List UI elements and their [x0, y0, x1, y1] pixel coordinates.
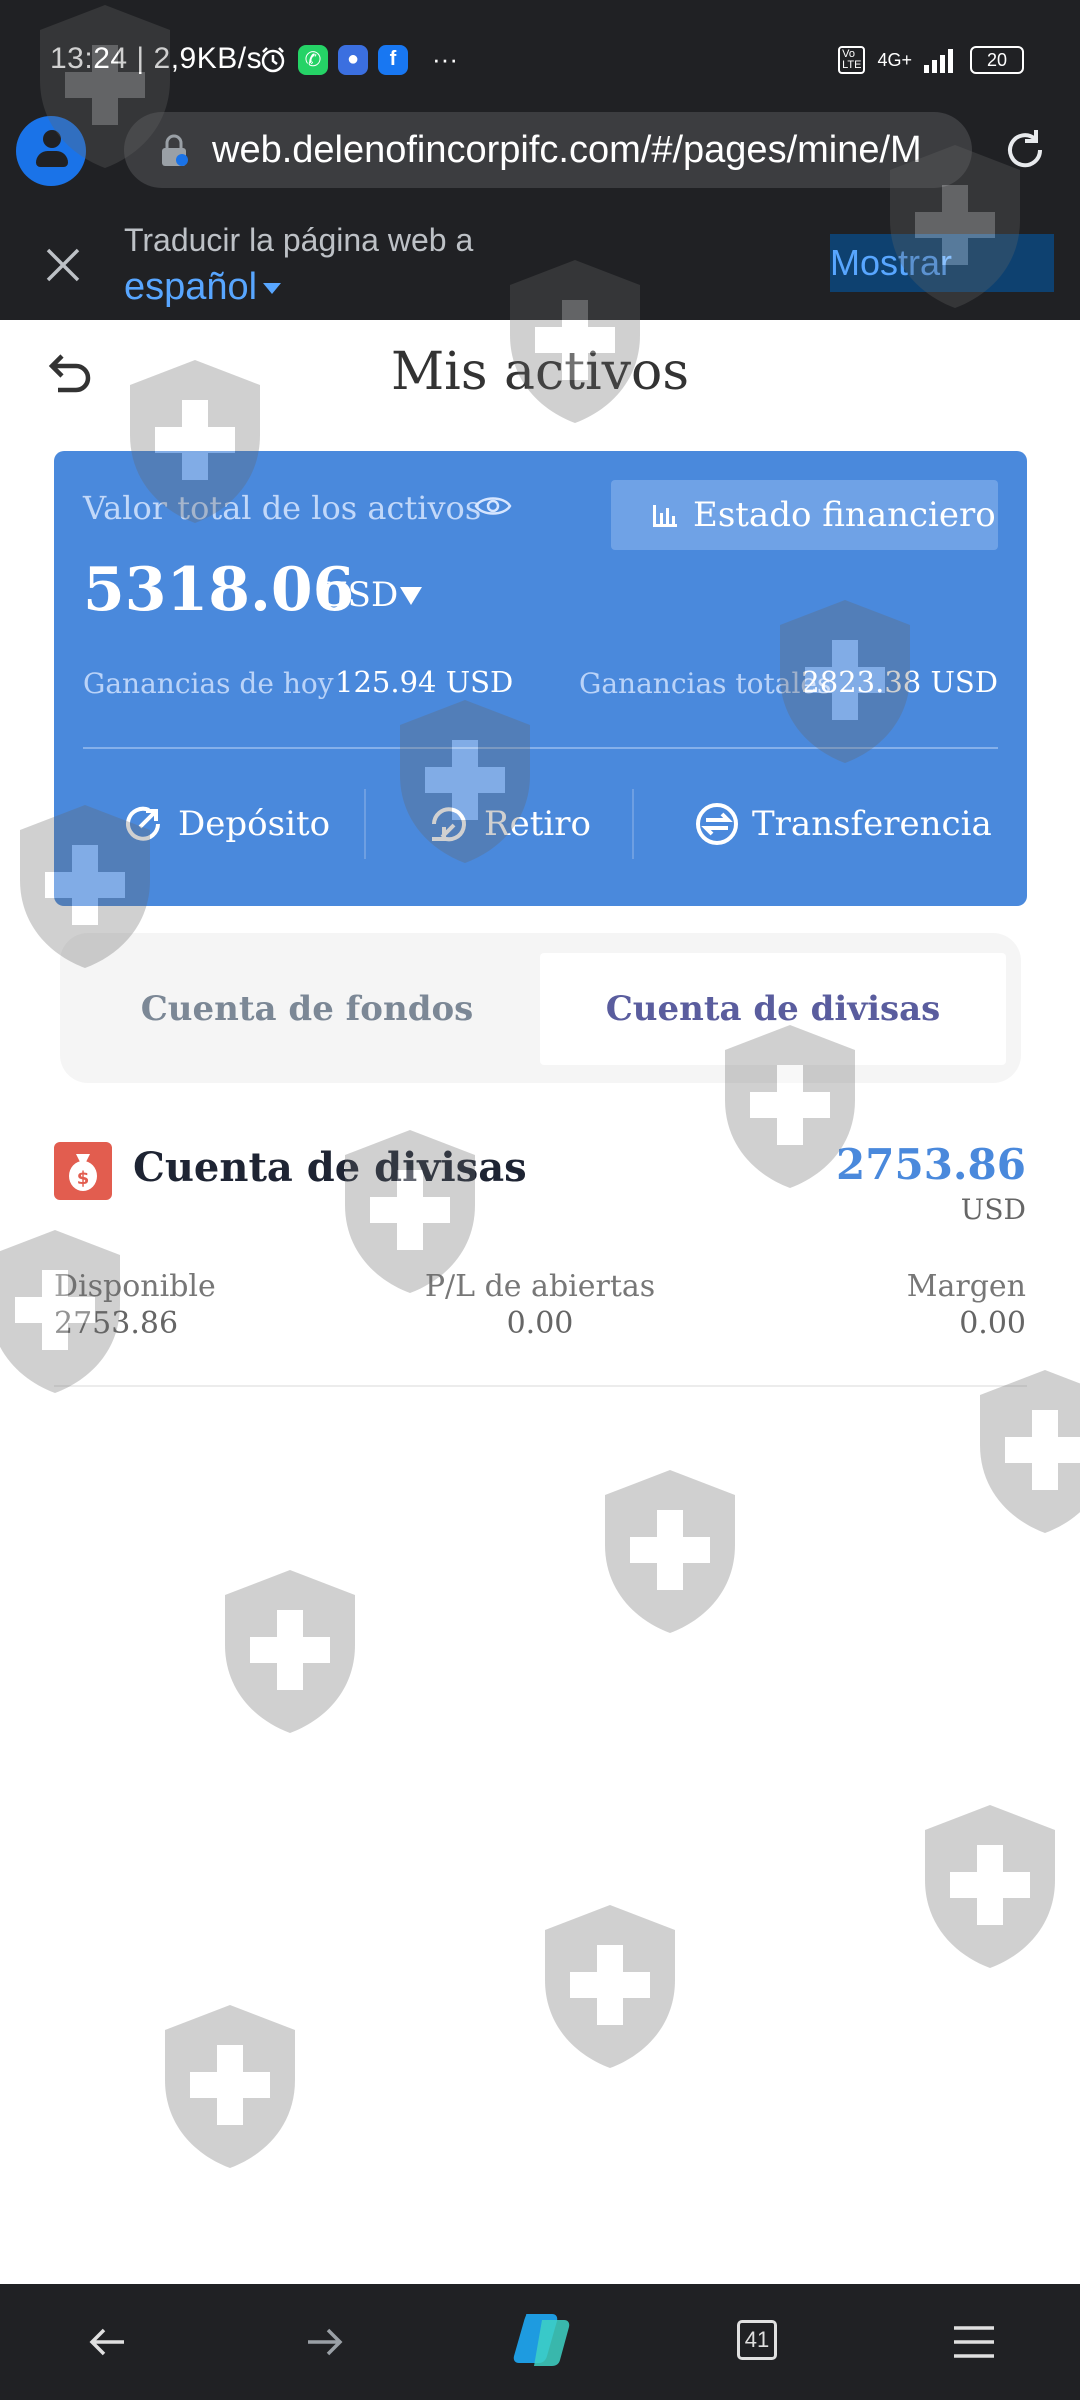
facebook-icon: f: [378, 44, 408, 75]
financial-statement-label: Estado financiero: [693, 495, 996, 535]
svg-text:$: $: [77, 1168, 90, 1189]
money-bag-icon: $: [54, 1142, 112, 1200]
tabs-count-button[interactable]: 41: [737, 2320, 777, 2360]
address-bar[interactable]: web.delenofincorpifc.com/#/pages/mine/M: [124, 112, 972, 188]
language-label: español: [124, 266, 258, 308]
account-currency: USD: [960, 1193, 1026, 1226]
alarm-icon: [261, 46, 285, 72]
tab-currency-account[interactable]: Cuenta de divisas: [540, 953, 1006, 1065]
tab-currency-label: Cuenta de divisas: [605, 989, 941, 1029]
today-earnings-label: Ganancias de hoy: [83, 667, 334, 700]
signal-icon: [924, 49, 953, 73]
browser-chrome: 13:24 | 2,9KB/s ✆ ● f ··· Vo LTE 4G+ 20 w…: [0, 0, 1080, 320]
notification-icons: ✆ ● f ···: [258, 44, 458, 75]
forward-arrow-icon[interactable]: [296, 2314, 352, 2370]
whatsapp-icon: ✆: [298, 44, 328, 75]
transfer-label: Transferencia: [752, 804, 992, 844]
total-assets-label: Valor total de los activos: [83, 489, 482, 527]
deposit-button[interactable]: Depósito: [120, 779, 330, 869]
total-earnings-label: Ganancias totales: [579, 667, 832, 700]
account-divider: [54, 1385, 1027, 1387]
user-icon: [43, 130, 61, 148]
chat-app-icon: ●: [338, 44, 368, 75]
watermark-shield-icon: [225, 1570, 355, 1733]
withdraw-button[interactable]: Retiro: [426, 779, 591, 869]
tab-count-label: 41: [744, 2327, 770, 2352]
margin-label: Margen: [906, 1269, 1026, 1304]
action-separator: [364, 789, 366, 859]
page-title: Mis activos: [390, 342, 690, 402]
copilot-icon[interactable]: [506, 2304, 576, 2374]
margin-value: 0.00: [959, 1306, 1026, 1341]
volte-icon: Vo LTE: [838, 46, 866, 74]
page-header: Mis activos: [0, 320, 1080, 430]
url-text[interactable]: web.delenofincorpifc.com/#/pages/mine/M: [212, 129, 922, 172]
account-tabs: Cuenta de fondos Cuenta de divisas: [60, 933, 1021, 1083]
system-indicators: Vo LTE 4G+ 20: [838, 46, 1024, 74]
card-divider: [83, 747, 998, 749]
caret-down-icon[interactable]: [400, 587, 422, 605]
close-icon[interactable]: [40, 242, 86, 288]
back-arrow-icon[interactable]: [80, 2314, 136, 2370]
status-bar: 13:24 | 2,9KB/s ✆ ● f ··· Vo LTE 4G+ 20: [0, 0, 1080, 110]
show-translation-button[interactable]: Mostrar: [830, 234, 1054, 292]
withdraw-label: Retiro: [484, 804, 591, 844]
today-earnings-value: 125.94 USD: [335, 665, 514, 699]
battery-level: 20: [986, 49, 1008, 70]
deposit-label: Depósito: [178, 804, 331, 844]
watermark-shield-icon: [925, 1805, 1055, 1968]
withdraw-icon: [432, 807, 466, 842]
watermark-shield-icon: [545, 1905, 675, 2068]
total-earnings-value: 2823.38 USD: [801, 665, 998, 699]
translate-bar: Traducir la página web a español Mostrar: [0, 210, 1080, 320]
profile-avatar[interactable]: [16, 116, 86, 186]
eye-icon[interactable]: [474, 493, 512, 519]
watermark-shield-icon: [605, 1470, 735, 1633]
battery-icon: 20: [970, 46, 1024, 74]
more-notifications-icon: ···: [432, 44, 458, 74]
currency-selector[interactable]: USD: [319, 575, 398, 615]
menu-icon[interactable]: [946, 2314, 1002, 2370]
status-time: 13:24 | 2,9KB/s: [50, 42, 263, 75]
language-select[interactable]: español: [124, 266, 282, 309]
reload-icon[interactable]: [1000, 126, 1050, 176]
watermark-shield-icon: [980, 1370, 1080, 1533]
tab-funds-label: Cuenta de fondos: [140, 989, 474, 1029]
transfer-button[interactable]: Transferencia: [694, 779, 992, 869]
action-separator: [632, 789, 634, 859]
watermark-shield-icon: [165, 2005, 295, 2168]
asset-summary-card: Valor total de los activos Estado financ…: [54, 451, 1027, 906]
chevron-down-icon: [263, 283, 282, 295]
show-translation-label: Mostrar: [830, 242, 953, 283]
translate-prompt: Traducir la página web a: [124, 222, 474, 258]
bar-chart-icon: [653, 505, 677, 527]
user-icon-body: [36, 151, 68, 167]
total-assets-value: 5318.06: [83, 555, 355, 625]
browser-bottom-nav: 41: [0, 2284, 1080, 2400]
network-type: 4G+: [877, 49, 912, 70]
card-actions: Depósito Retiro Transferencia: [54, 779, 1027, 869]
transfer-icon: [696, 803, 738, 845]
tab-funds-account[interactable]: Cuenta de fondos: [74, 953, 540, 1065]
lock-icon[interactable]: [160, 134, 188, 166]
open-pl-value: 0.00: [506, 1306, 574, 1341]
account-amount: 2753.86: [836, 1140, 1026, 1189]
deposit-icon: [126, 806, 160, 841]
account-title: Cuenta de divisas: [133, 1144, 527, 1191]
financial-statement-button[interactable]: Estado financiero: [611, 480, 998, 550]
